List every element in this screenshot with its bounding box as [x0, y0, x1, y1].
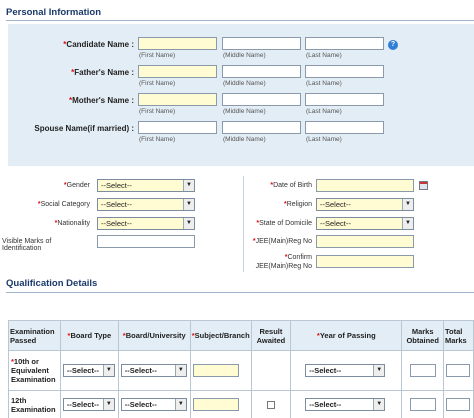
last-name-hint: (Last Name) [306, 52, 342, 59]
nationality-label: *Nationality [54, 220, 90, 227]
candidate-middle-name-input[interactable] [222, 37, 301, 50]
total-marks-input[interactable] [446, 398, 471, 411]
dob-input[interactable] [316, 179, 414, 192]
chevron-down-icon: ▼ [183, 199, 194, 210]
total-marks-input[interactable] [446, 364, 471, 377]
col-header-year: *Year of Passing [290, 320, 403, 351]
year-select[interactable]: --Select-- ▼ [305, 398, 386, 411]
subject-input[interactable] [192, 364, 239, 377]
exam-name-cell: 12th Examination [8, 390, 61, 418]
spouse-first-name-input[interactable] [138, 121, 217, 134]
spouse-name-label: Spouse Name(if married) : [34, 124, 134, 133]
board-university-select[interactable]: --Select-- ▼ [120, 398, 187, 411]
chevron-down-icon: ▼ [174, 399, 186, 410]
last-name-hint: (Last Name) [306, 80, 342, 87]
jee-reg-input[interactable] [316, 235, 414, 248]
state-domicile-select[interactable]: --Select-- ▼ [316, 217, 414, 230]
col-header-marks: Marks Obtained [401, 320, 445, 351]
col-header-result-awaited: Result Awaited [250, 320, 292, 351]
col-header-board-type: *Board Type [59, 320, 119, 351]
first-name-hint: (First Name) [139, 136, 176, 143]
marks-obtained-input[interactable] [409, 364, 436, 377]
gender-select[interactable]: --Select-- ▼ [97, 179, 195, 192]
exam-name-cell: *10th or Equivalent Examination [8, 350, 61, 391]
spouse-last-name-input[interactable] [305, 121, 384, 134]
father-last-name-input[interactable] [305, 65, 384, 78]
father-first-name-input[interactable] [138, 65, 217, 78]
chevron-down-icon: ▼ [183, 180, 194, 191]
help-icon[interactable]: ? [388, 40, 398, 50]
father-name-label: *Father's Name : [71, 68, 134, 77]
middle-name-hint: (Middle Name) [223, 108, 266, 115]
confirm-jee-reg-label: *Confirm JEE(Main)Reg No [255, 254, 312, 270]
col-header-total: Total Marks [443, 320, 474, 351]
confirm-jee-reg-input[interactable] [316, 255, 414, 268]
chevron-down-icon: ▼ [402, 199, 413, 210]
chevron-down-icon: ▼ [102, 365, 114, 376]
chevron-down-icon: ▼ [402, 218, 413, 229]
identification-marks-label: Visible Marks of Identification [2, 238, 52, 252]
first-name-hint: (First Name) [139, 52, 176, 59]
result-awaited-checkbox[interactable] [266, 400, 275, 409]
gender-label: *Gender [63, 182, 90, 189]
calendar-icon[interactable] [419, 181, 428, 190]
candidate-first-name-input[interactable] [138, 37, 217, 50]
mother-name-label: *Mother's Name : [68, 96, 134, 105]
subject-input[interactable] [192, 398, 239, 411]
table-header-row: Examination Passed *Board Type *Board/Un… [8, 320, 474, 351]
board-type-select[interactable]: --Select-- ▼ [62, 364, 115, 377]
board-type-select[interactable]: --Select-- ▼ [62, 398, 115, 411]
chevron-down-icon: ▼ [102, 399, 114, 410]
dob-label: *Date of Birth [270, 182, 312, 189]
mother-first-name-input[interactable] [138, 93, 217, 106]
last-name-hint: (Last Name) [306, 108, 342, 115]
col-header-exam: Examination Passed [8, 320, 61, 351]
jee-reg-label: *JEE(Main)Reg No [252, 238, 312, 245]
first-name-hint: (First Name) [139, 80, 176, 87]
religion-select[interactable]: --Select-- ▼ [316, 198, 414, 211]
chevron-down-icon: ▼ [373, 399, 385, 410]
section-divider [6, 20, 474, 21]
middle-name-hint: (Middle Name) [223, 80, 266, 87]
col-header-subject: *Subject/Branch [189, 320, 252, 351]
first-name-hint: (First Name) [139, 108, 176, 115]
qualification-table: Examination Passed *Board Type *Board/Un… [8, 320, 474, 418]
candidate-name-label: *Candidate Name : [63, 40, 134, 49]
table-row: *10th or Equivalent Examination --Select… [8, 350, 474, 391]
nationality-select[interactable]: --Select-- ▼ [97, 217, 195, 230]
column-divider [243, 176, 244, 272]
father-middle-name-input[interactable] [222, 65, 301, 78]
year-select[interactable]: --Select-- ▼ [305, 364, 386, 377]
social-category-select[interactable]: --Select-- ▼ [97, 198, 195, 211]
last-name-hint: (Last Name) [306, 136, 342, 143]
table-row: 12th Examination --Select-- ▼ --Select-- ▼… [8, 390, 474, 418]
chevron-down-icon: ▼ [373, 365, 385, 376]
middle-name-hint: (Middle Name) [223, 136, 266, 143]
identification-marks-input[interactable] [97, 235, 195, 248]
board-university-select[interactable]: --Select-- ▼ [120, 364, 187, 377]
col-header-board-university: *Board/University [117, 320, 191, 351]
spouse-middle-name-input[interactable] [222, 121, 301, 134]
mother-middle-name-input[interactable] [222, 93, 301, 106]
social-category-label: *Social Category [37, 201, 90, 208]
religion-label: *Religion [283, 201, 312, 208]
middle-name-hint: (Middle Name) [223, 52, 266, 59]
chevron-down-icon: ▼ [174, 365, 186, 376]
section-title-personal: Personal Information [6, 7, 102, 18]
state-domicile-label: *State of Domicile [256, 220, 312, 227]
candidate-last-name-input[interactable] [305, 37, 384, 50]
result-awaited-cell [250, 350, 292, 391]
section-divider [6, 292, 474, 293]
section-title-qualification: Qualification Details [6, 278, 98, 289]
mother-last-name-input[interactable] [305, 93, 384, 106]
marks-obtained-input[interactable] [409, 398, 436, 411]
chevron-down-icon: ▼ [183, 218, 194, 229]
